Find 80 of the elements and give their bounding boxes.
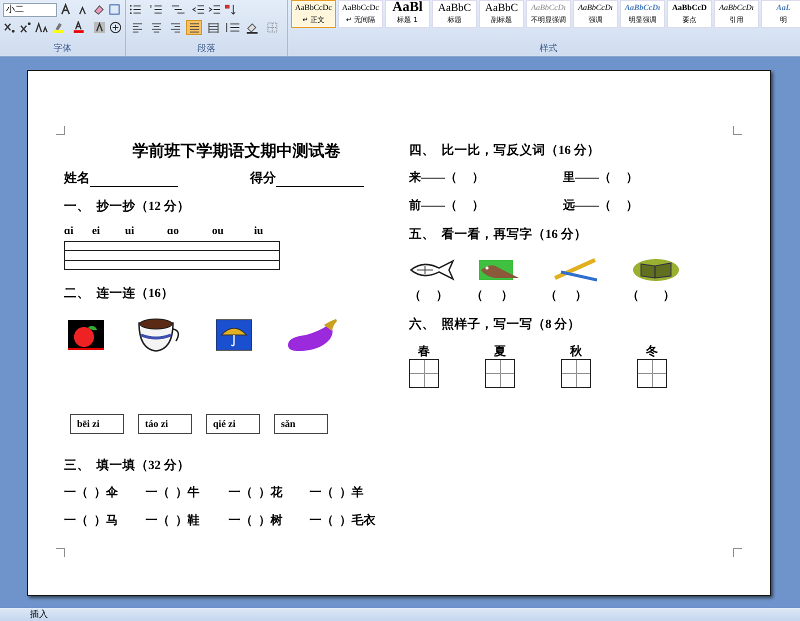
antonym-item: 远——（ ） <box>563 197 639 214</box>
book-picture <box>631 258 681 282</box>
exam-title: 学前班下学期语文期中测试卷 <box>132 141 342 162</box>
style-preview: AaBbC <box>438 1 471 15</box>
crop-mark <box>56 548 65 557</box>
crop-mark <box>56 126 65 135</box>
phonetic-guide-icon[interactable] <box>108 3 121 16</box>
group-label: 样式 <box>538 42 558 56</box>
pinyin-box: táo zi <box>138 414 192 434</box>
subscript-icon[interactable] <box>3 21 16 34</box>
field-label: 得分 <box>250 169 276 187</box>
example-character: 春 <box>418 343 430 359</box>
pinyin-text: iu <box>254 225 264 239</box>
apple-picture <box>68 319 104 351</box>
style-preview: AaBbCcDc <box>342 2 379 14</box>
change-case-icon[interactable] <box>35 21 48 34</box>
sort-icon[interactable] <box>224 3 237 16</box>
grow-font-icon[interactable] <box>60 3 73 16</box>
answer-blank: （ ） <box>627 287 676 304</box>
example-character: 冬 <box>646 343 658 359</box>
fill-in-item: 一（ ）羊 <box>310 484 365 501</box>
answer-blank: （ ） <box>471 287 514 304</box>
fill-in-item: 一（ ）树 <box>228 512 284 529</box>
fill-in-item: 一（ ）伞 <box>64 484 119 501</box>
increase-indent-icon[interactable] <box>208 3 221 16</box>
pinyin-text: ɑo <box>167 225 180 239</box>
style-preview: AaBbCcDc <box>295 2 332 14</box>
style-preview: AaBbCcD <box>672 2 707 14</box>
style-preview: AaBl <box>392 1 423 15</box>
writing-grid[interactable] <box>409 359 439 388</box>
example-character: 秋 <box>570 343 582 359</box>
section-heading: 三、 填一填（32 分） <box>64 457 191 474</box>
writing-grid[interactable] <box>485 359 515 388</box>
umbrella-picture <box>216 319 252 351</box>
pinyin-text: ɑi <box>64 225 74 239</box>
section-heading: 一、 抄一抄（12 分） <box>64 198 191 215</box>
justify-align-button[interactable] <box>186 20 202 35</box>
line-spacing-icon[interactable] <box>224 21 242 34</box>
antonym-item: 来——（ ） <box>409 169 485 186</box>
insert-mode-indicator[interactable]: 插入 <box>30 608 48 621</box>
fill-in-item: 一（ ）马 <box>64 512 119 529</box>
style-preview: AaBbCcDı <box>719 2 754 14</box>
section-heading: 二、 连一连（16） <box>64 285 175 302</box>
answer-blank: （ ） <box>409 287 449 304</box>
field-label: 姓名 <box>64 169 90 187</box>
writing-grid[interactable] <box>637 359 667 388</box>
pinyin-text: ei <box>92 225 101 239</box>
pinyin-text: ou <box>212 225 225 239</box>
pinyin-box: bēi zi <box>70 414 124 434</box>
writing-lines[interactable] <box>64 241 280 270</box>
superscript-icon[interactable] <box>19 21 32 34</box>
style-preview: AaBbCcDı <box>578 2 613 14</box>
pinyin-box: sǎn <box>274 414 328 434</box>
style-preview: AaL <box>776 2 791 14</box>
section-heading: 五、 看一看，再写字（16 分） <box>409 226 588 243</box>
decrease-indent-icon[interactable] <box>192 3 205 16</box>
group-label: 段落 <box>196 42 216 56</box>
style-preview: AaBbC <box>485 1 518 15</box>
fill-in-item: 一（ ）毛衣 <box>310 512 377 529</box>
fill-in-item: 一（ ）牛 <box>145 484 200 501</box>
crop-mark <box>733 548 742 557</box>
section-heading: 六、 照样子，写一写（8 分） <box>409 316 582 333</box>
antonym-item: 前——（ ） <box>409 197 485 214</box>
section-heading: 四、 比一比，写反义词（16 分） <box>409 142 601 159</box>
crop-mark <box>733 126 742 135</box>
fill-in-item: 一（ ）鞋 <box>145 512 200 529</box>
pinyin-text: ui <box>125 225 136 239</box>
style-preview: AaBbCcDı <box>624 2 660 14</box>
antonym-item: 里——（ ） <box>563 169 639 186</box>
example-character: 夏 <box>494 343 506 359</box>
character-shading-icon[interactable] <box>93 21 106 34</box>
answer-blank: （ ） <box>545 287 588 304</box>
eraser-icon[interactable] <box>92 3 105 16</box>
writing-grid[interactable] <box>561 359 591 388</box>
font-size-field[interactable]: 小二 <box>3 2 57 16</box>
pinyin-box: qié zi <box>206 414 260 434</box>
style-preview: AaBbCcDı <box>531 2 566 14</box>
group-label: 字体 <box>52 42 72 56</box>
enclose-character-icon[interactable] <box>109 21 122 34</box>
fill-in-item: 一（ ）花 <box>228 484 284 501</box>
